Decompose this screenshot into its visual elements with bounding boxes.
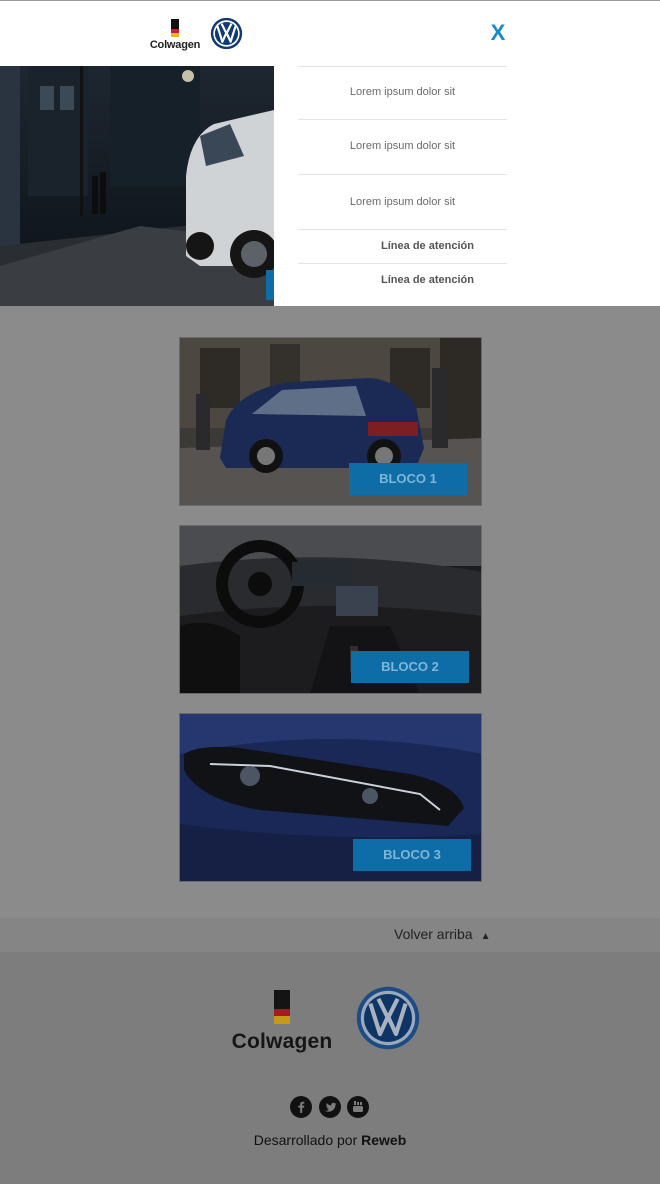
vw-logo-icon[interactable]: [210, 17, 243, 50]
menu-item-support-line-1[interactable]: Línea de atención: [298, 229, 507, 263]
colwagen-logo[interactable]: Colwagen: [148, 17, 202, 55]
hero-image: [0, 66, 274, 306]
colwagen-logo-text: Colwagen: [149, 39, 201, 51]
footer-colwagen-logo-text: Colwagen: [231, 1030, 333, 1053]
menu-item-support-line-2[interactable]: Línea de atención: [298, 263, 507, 297]
block-1-button[interactable]: BLOCO 1: [349, 463, 467, 495]
triangle-up-icon: ▲: [480, 931, 491, 942]
site-footer: Colwagen Desarrollado por Reweb: [0, 952, 660, 1184]
facebook-icon[interactable]: [290, 1096, 312, 1118]
site-header: Colwagen X: [0, 0, 660, 66]
navigation-menu: Lorem ipsum dolor sit Lorem ipsum dolor …: [274, 66, 660, 306]
back-to-top-link[interactable]: Volver arriba ▲: [394, 926, 491, 942]
german-flag-icon: [171, 19, 179, 37]
german-flag-icon: [274, 990, 290, 1024]
close-menu-button[interactable]: X: [486, 19, 510, 47]
back-to-top-label: Volver arriba: [394, 926, 473, 942]
developer-credit: Desarrollado por Reweb: [0, 1132, 660, 1148]
menu-item-2[interactable]: Lorem ipsum dolor sit: [298, 119, 507, 174]
twitter-icon[interactable]: [319, 1096, 341, 1118]
back-to-top-bar: Volver arriba ▲: [0, 918, 660, 952]
developed-by-label: Desarrollado por: [253, 1132, 358, 1148]
block-3-button[interactable]: BLOCO 3: [353, 839, 471, 871]
footer-colwagen-logo: Colwagen: [230, 990, 334, 1056]
content-block-3[interactable]: BLOCO 3: [179, 713, 482, 882]
block-2-button[interactable]: BLOCO 2: [351, 651, 469, 683]
menu-item-3[interactable]: Lorem ipsum dolor sit: [298, 174, 507, 229]
developer-name[interactable]: Reweb: [361, 1132, 406, 1148]
youtube-icon[interactable]: [347, 1096, 369, 1118]
hero-night-street-image: [0, 66, 274, 306]
content-block-2[interactable]: BLOCO 2: [179, 525, 482, 694]
content-block-1[interactable]: BLOCO 1: [179, 337, 482, 506]
footer-vw-logo-icon: [356, 986, 420, 1050]
menu-item-1[interactable]: Lorem ipsum dolor sit: [298, 66, 507, 119]
